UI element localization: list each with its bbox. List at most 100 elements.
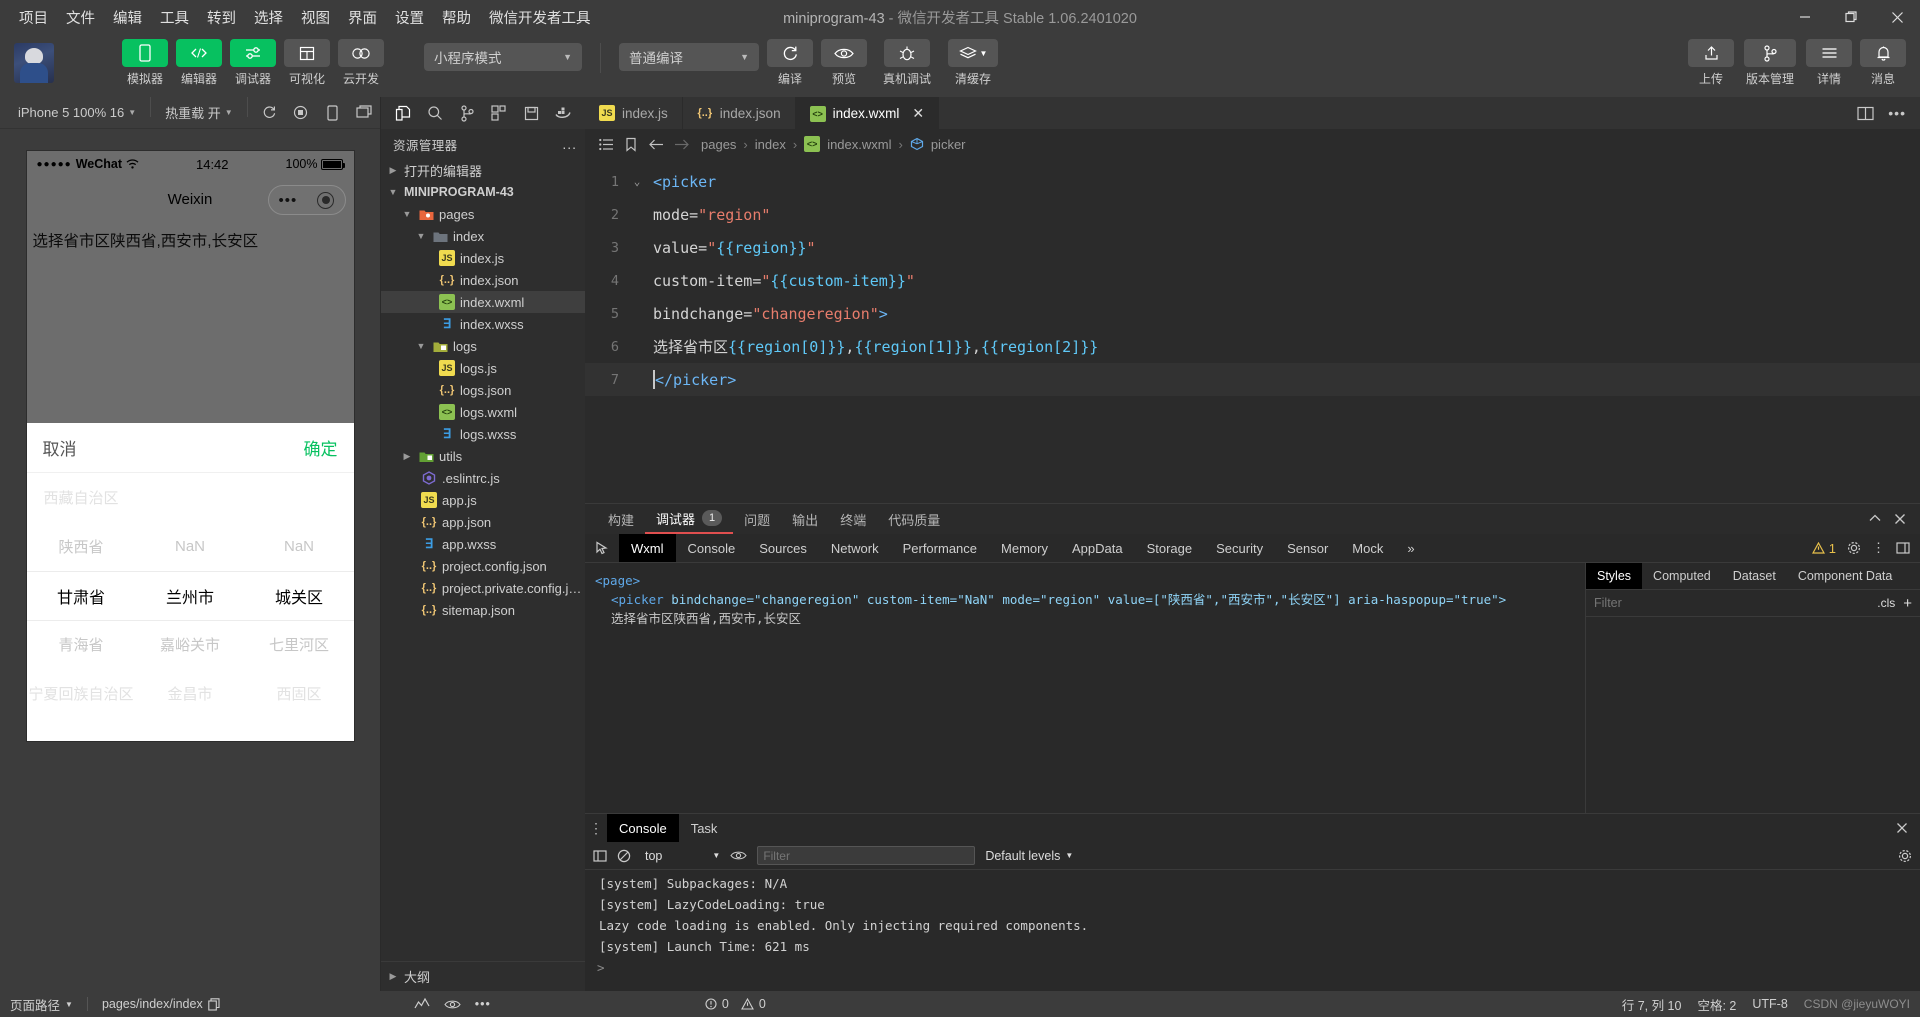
copy-icon[interactable] (207, 997, 220, 1011)
version-control-button[interactable]: 版本管理 (1742, 39, 1798, 87)
cursor-position[interactable]: 行 7, 列 10 (1622, 995, 1682, 1014)
tree-file-project-config[interactable]: {..} project.config.json (381, 555, 585, 577)
tree-file-index-wxml[interactable]: <> index.wxml (381, 291, 585, 313)
breadcrumb-pages[interactable]: pages (701, 137, 736, 152)
close-capsule-icon[interactable] (317, 191, 335, 209)
tree-file-logs-js[interactable]: JS logs.js (381, 357, 585, 379)
back-arrow-icon[interactable] (647, 138, 665, 151)
gear-icon[interactable] (1847, 541, 1861, 555)
add-style-rule-icon[interactable]: + (1903, 595, 1912, 612)
tree-file-app-js[interactable]: JS app.js (381, 489, 585, 511)
messages-button[interactable]: 消息 (1860, 39, 1906, 87)
menu-item-goto[interactable]: 转到 (198, 3, 245, 32)
tab-security[interactable]: Security (1204, 534, 1275, 562)
kebab-menu-icon[interactable]: ⋮ (1872, 540, 1885, 556)
capsule-buttons[interactable]: ••• (267, 185, 346, 215)
details-button[interactable]: 详情 (1806, 39, 1852, 87)
tab-sensor[interactable]: Sensor (1275, 534, 1340, 562)
tree-file-logs-json[interactable]: {..} logs.json (381, 379, 585, 401)
tab-component-data[interactable]: Component Data (1787, 563, 1904, 589)
tab-problems[interactable]: 问题 (733, 504, 781, 534)
mode-select[interactable]: 小程序模式 ▼ (424, 43, 582, 71)
tab-index-json[interactable]: {..} index.json (682, 97, 796, 129)
console-eye-icon[interactable] (730, 850, 747, 861)
picker-item[interactable]: 嘉峪关市 (136, 620, 245, 669)
save-icon[interactable] (517, 100, 545, 126)
picker-item[interactable]: 金昌市 (136, 669, 245, 718)
console-settings-icon[interactable] (1898, 849, 1912, 863)
tab-build[interactable]: 构建 (597, 504, 645, 534)
picker-column-district[interactable]: NaN 城关区 七里河区 西固区 (245, 473, 354, 741)
search-icon[interactable] (421, 100, 449, 126)
picker-item[interactable] (136, 473, 245, 522)
editor-more-icon[interactable]: ••• (1888, 105, 1906, 121)
toggle-debugger[interactable]: 调试器 (230, 39, 276, 87)
console-log-list[interactable]: [system] Subpackages: N/A [system] LazyC… (585, 870, 1920, 991)
warning-count-group[interactable]: 0 (740, 997, 766, 1011)
console-sidebar-icon[interactable] (593, 849, 607, 862)
status-more-icon[interactable]: ••• (475, 997, 491, 1011)
menu-item-help[interactable]: 帮助 (433, 3, 480, 32)
tree-file-logs-wxml[interactable]: <> logs.wxml (381, 401, 585, 423)
picker-column-province[interactable]: 西藏自治区 陕西省 甘肃省 青海省 宁夏回族自治区 (27, 473, 136, 741)
clear-cache-button[interactable]: ▼ 清缓存 (947, 39, 999, 87)
tree-open-editors[interactable]: ▶ 打开的编辑器 (381, 159, 585, 181)
console-levels-select[interactable]: Default levels ▼ (985, 849, 1073, 863)
tab-storage[interactable]: Storage (1135, 534, 1205, 562)
preview-button[interactable]: 预览 (821, 39, 867, 87)
route-label-group[interactable]: 页面路径 ▼ (10, 995, 73, 1014)
extensions-icon[interactable] (485, 100, 513, 126)
compile-select[interactable]: 普通编译 ▼ (619, 43, 759, 71)
tab-terminal[interactable]: 终端 (829, 504, 877, 534)
tree-file-project-private-config[interactable]: {..} project.private.config.js... (381, 577, 585, 599)
tree-folder-utils[interactable]: ▶ utils (381, 445, 585, 467)
bookmark-icon[interactable] (622, 137, 640, 152)
close-tab-icon[interactable]: ✕ (912, 105, 924, 122)
tab-console[interactable]: Console (676, 534, 748, 562)
tab-mock[interactable]: Mock (1340, 534, 1395, 562)
indent-size[interactable]: 空格: 2 (1697, 995, 1736, 1014)
tab-network[interactable]: Network (819, 534, 891, 562)
picker-item-selected[interactable]: 兰州市 (136, 571, 245, 620)
picker-item-selected[interactable]: 甘肃省 (27, 571, 136, 620)
toggle-visualization[interactable]: 可视化 (284, 39, 330, 87)
tab-performance[interactable]: Performance (891, 534, 989, 562)
tree-folder-logs[interactable]: ▼ logs (381, 335, 585, 357)
tab-code-quality[interactable]: 代码质量 (877, 504, 951, 534)
warning-badge[interactable]: 1 (1811, 541, 1836, 556)
inspect-element-icon[interactable] (585, 534, 619, 562)
tab-dataset[interactable]: Dataset (1722, 563, 1787, 589)
picker-column-city[interactable]: NaN 兰州市 嘉峪关市 金昌市 (136, 473, 245, 741)
menu-item-devtools[interactable]: 微信开发者工具 (480, 3, 600, 32)
picker-item[interactable]: 陕西省 (27, 522, 136, 571)
problems-summary[interactable]: 0 0 (705, 997, 766, 1011)
picker-item[interactable]: 青海省 (27, 620, 136, 669)
menu-item-edit[interactable]: 编辑 (104, 3, 151, 32)
file-encoding[interactable]: UTF-8 (1752, 997, 1787, 1011)
picker-item[interactable]: 宁夏回族自治区 (27, 669, 136, 718)
forward-arrow-icon[interactable] (672, 138, 690, 151)
docker-icon[interactable] (549, 100, 577, 126)
hot-reload-select[interactable]: 热重载 开 ▼ (157, 100, 241, 125)
console-filter-input[interactable] (757, 846, 976, 865)
drawer-tab-console[interactable]: Console (607, 814, 679, 842)
menu-item-view[interactable]: 视图 (292, 3, 339, 32)
breadcrumb-file[interactable]: index.wxml (827, 137, 891, 152)
tab-computed[interactable]: Computed (1642, 563, 1722, 589)
tab-overflow[interactable]: » (1395, 534, 1426, 562)
menu-item-settings[interactable]: 设置 (386, 3, 433, 32)
picker-item[interactable]: NaN (245, 522, 354, 571)
outline-list-icon[interactable] (597, 138, 615, 151)
menu-item-tools[interactable]: 工具 (151, 3, 198, 32)
menu-item-file[interactable]: 文件 (57, 3, 104, 32)
picker-item[interactable]: 七里河区 (245, 620, 354, 669)
compile-button[interactable]: 编译 (767, 39, 813, 87)
error-count-group[interactable]: 0 (705, 997, 729, 1011)
tree-file-eslintrc[interactable]: .eslintrc.js (381, 467, 585, 489)
branch-icon[interactable] (453, 100, 481, 126)
upload-button[interactable]: 上传 (1688, 39, 1734, 87)
explorer-more-icon[interactable]: ... (562, 136, 577, 152)
files-icon[interactable] (389, 100, 417, 126)
cls-button[interactable]: .cls (1877, 596, 1895, 610)
menu-item-project[interactable]: 项目 (10, 3, 57, 32)
